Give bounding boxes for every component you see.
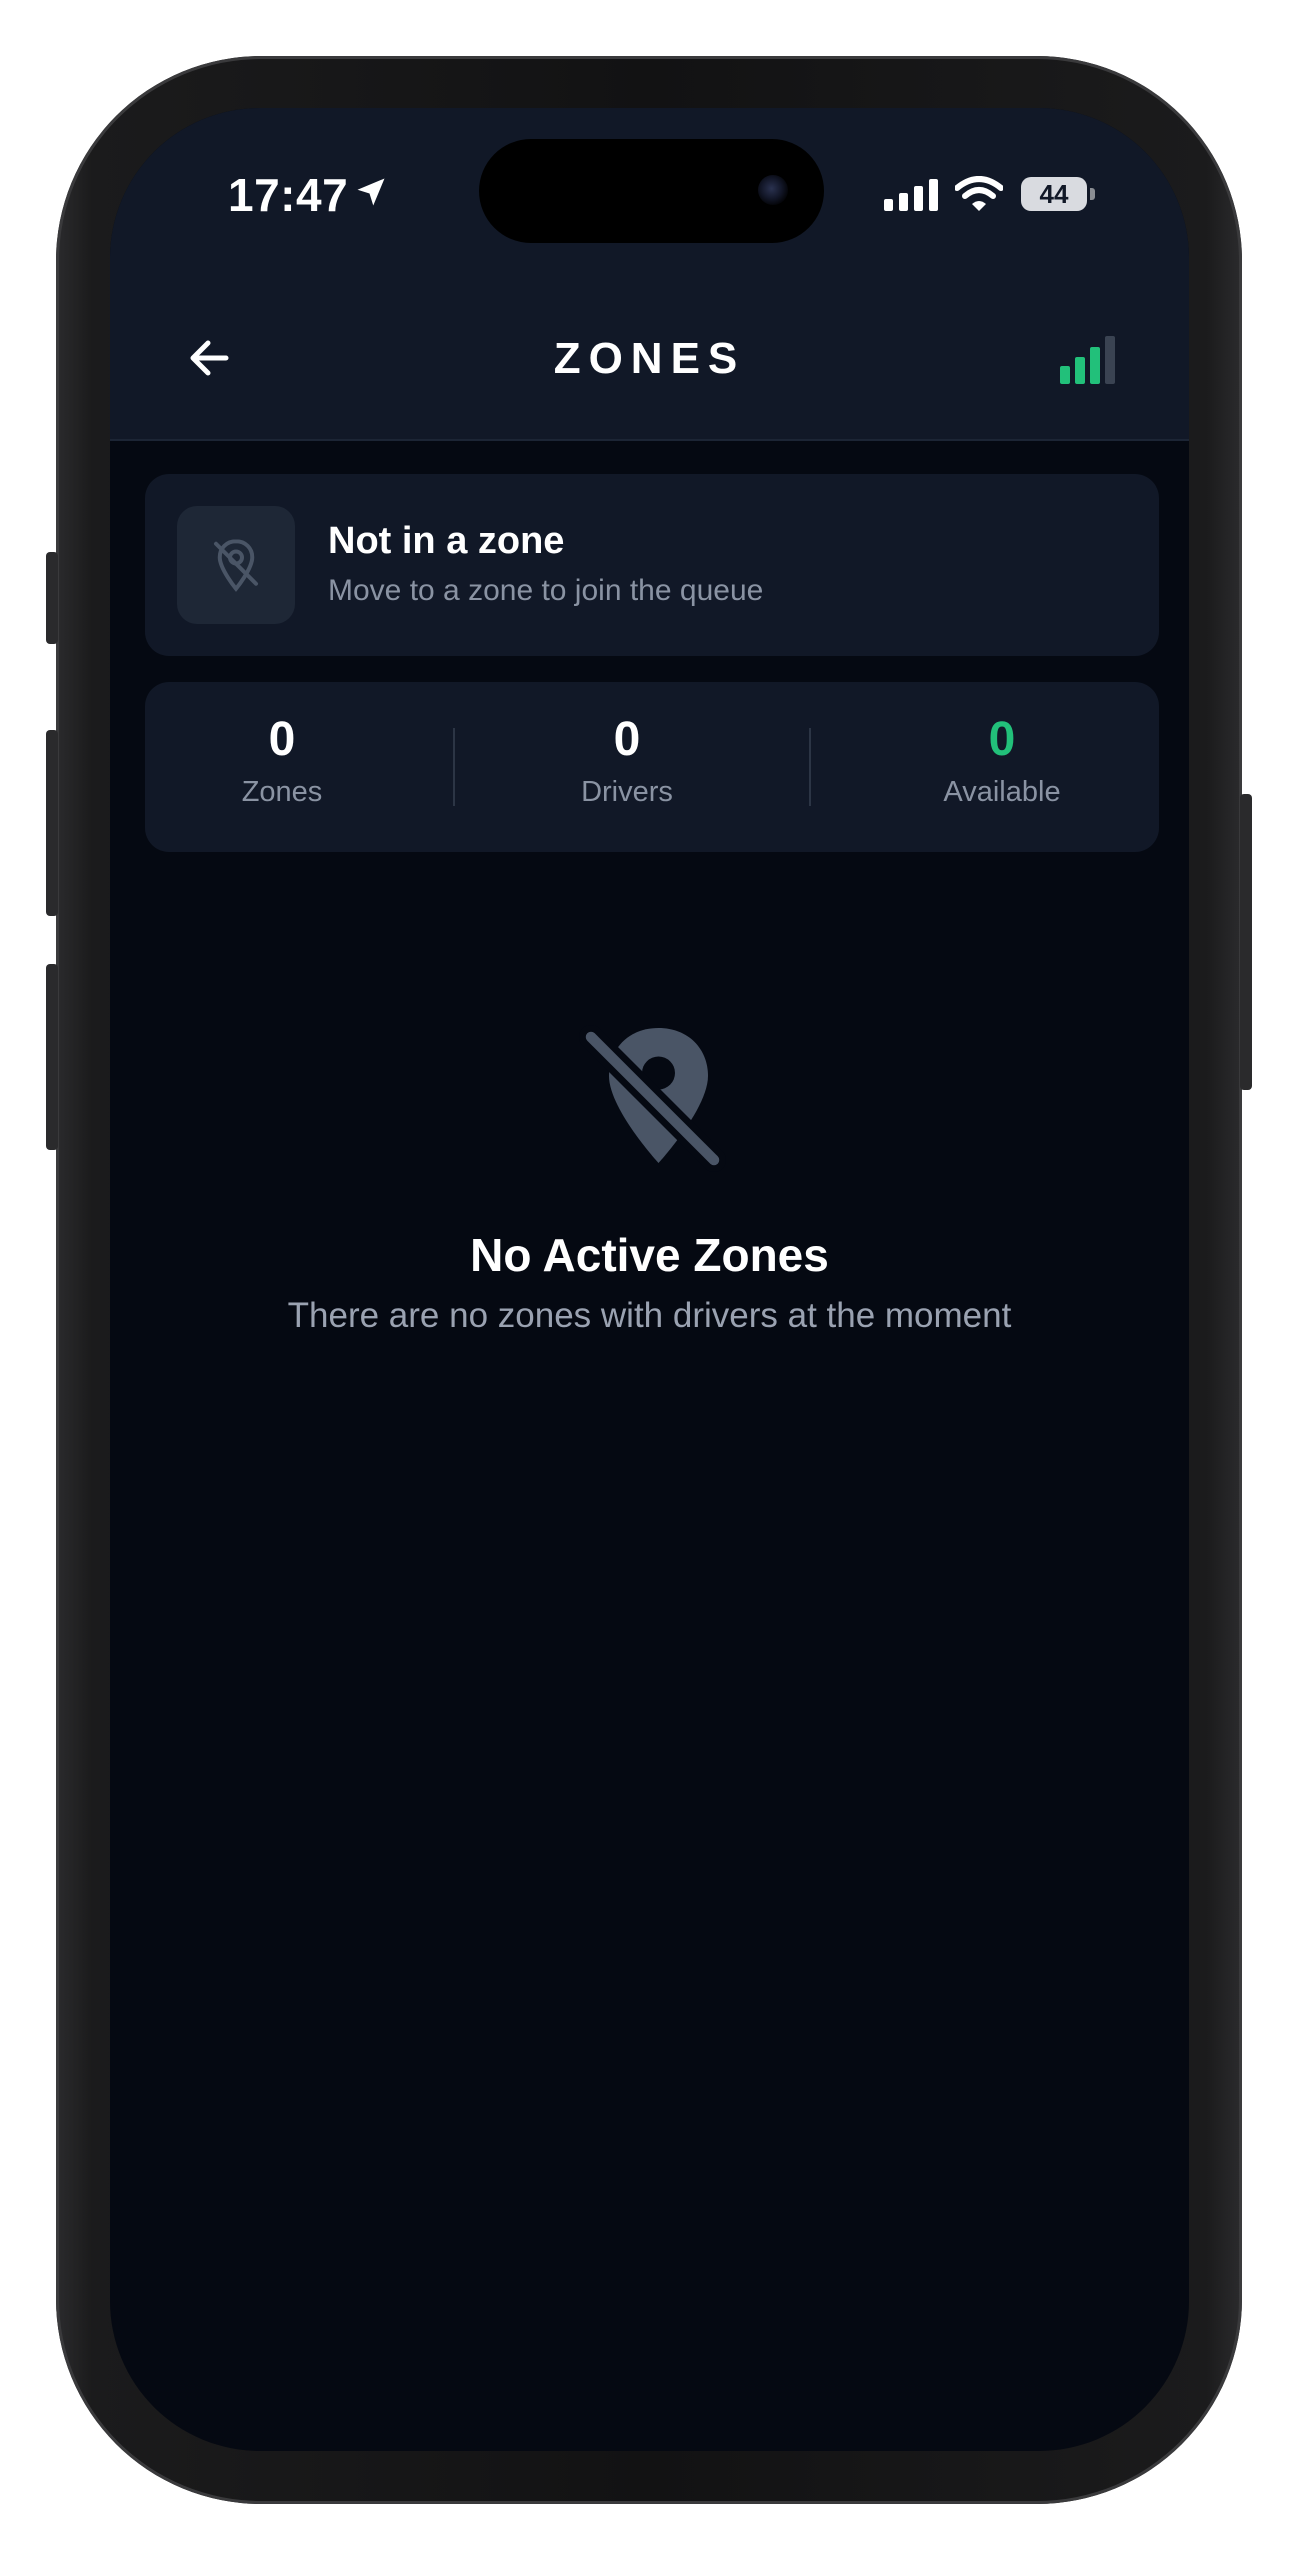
battery-indicator: 44 (1021, 177, 1087, 211)
zone-status-icon-box (177, 506, 295, 624)
empty-state-title: No Active Zones (470, 1229, 829, 1281)
stat-drivers-value: 0 (613, 713, 641, 766)
stat-zones-label: Zones (241, 776, 323, 808)
stat-available-label: Available (943, 776, 1061, 808)
zone-status-subtitle: Move to a zone to join the queue (328, 574, 764, 607)
stat-divider (809, 728, 811, 806)
stat-drivers: 0 Drivers (545, 712, 709, 809)
stat-divider (453, 728, 455, 806)
location-arrow-icon (357, 178, 385, 206)
location-off-icon (579, 1025, 726, 1172)
stat-zones: 0 Zones (221, 712, 343, 809)
battery-nub (1090, 188, 1095, 200)
zone-status-card: Not in a zone Move to a zone to join the… (145, 474, 1159, 656)
stat-available-value: 0 (988, 713, 1016, 766)
header-bar: 17:47 44 ZONES (110, 108, 1189, 441)
empty-state-subtitle: There are no zones with drivers at the m… (287, 1296, 1012, 1335)
cellular-signal-icon (884, 179, 938, 211)
stats-summary: 0 Zones 0 Drivers 0 Available (145, 682, 1159, 852)
location-off-icon (214, 539, 258, 592)
power-button (1240, 794, 1252, 1090)
signal-bars-icon (1060, 336, 1115, 384)
camera-lens (758, 175, 788, 205)
status-time: 17:47 (228, 169, 349, 221)
wifi-icon (955, 176, 1003, 211)
dynamic-island (479, 139, 824, 243)
zone-status-title: Not in a zone (328, 520, 565, 562)
stat-drivers-label: Drivers (581, 776, 673, 808)
action-button (46, 552, 58, 644)
stat-zones-value: 0 (268, 713, 296, 766)
page-title: ZONES (553, 334, 746, 383)
connection-status-button[interactable] (1060, 336, 1124, 384)
volume-down-button (46, 964, 58, 1150)
app-screen: 17:47 44 ZONES Not in a zone Move to a z… (110, 108, 1189, 2451)
stat-available: 0 Available (907, 712, 1097, 809)
volume-up-button (46, 730, 58, 916)
